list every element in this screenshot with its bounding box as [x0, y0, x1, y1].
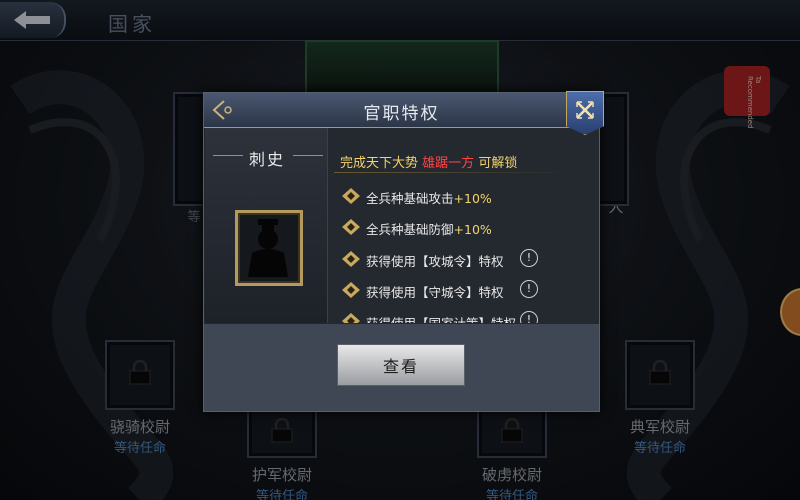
diamond-bullet-icon	[342, 219, 360, 235]
official-silhouette-icon	[248, 219, 288, 277]
diamond-bullet-icon	[342, 188, 360, 204]
modal-title: 官职特权	[363, 104, 440, 124]
perk-text: 获得使用【守城令】特权	[366, 285, 504, 300]
perk-text: 全兵种基础防御	[366, 222, 454, 237]
privilege-list: 完成天下大势 雄踞一方 可解锁 全兵种基础攻击+10% 全兵种基础防御+10% …	[332, 128, 597, 323]
modal-header: 官职特权	[204, 91, 604, 135]
perk-text: 获得使用【国家计策】特权	[366, 313, 516, 323]
perk-bonus: +10%	[453, 222, 492, 237]
condition-divider	[334, 172, 574, 173]
close-icon	[576, 101, 594, 119]
view-button[interactable]: 查看	[337, 344, 465, 386]
info-icon[interactable]: !	[520, 311, 538, 323]
perk-bonus: +10%	[453, 191, 492, 206]
condition-highlight: 雄踞一方	[422, 156, 475, 171]
rank-divider-left	[213, 155, 243, 156]
perk-text: 获得使用【攻城令】特权	[366, 254, 504, 269]
diamond-bullet-icon	[342, 313, 360, 323]
condition-text-2: 可解锁	[478, 156, 518, 171]
rank-name: 刺史	[249, 150, 286, 169]
modal-footer: 查看	[204, 324, 599, 411]
unlock-condition: 完成天下大势 雄踞一方 可解锁	[340, 152, 517, 171]
info-icon[interactable]: !	[520, 280, 538, 298]
rank-panel: 刺史	[205, 128, 328, 323]
diamond-bullet-icon	[342, 282, 360, 298]
condition-text-1: 完成天下大势	[340, 156, 419, 171]
info-icon[interactable]: !	[520, 249, 538, 267]
diamond-bullet-icon	[342, 251, 360, 267]
perk-text: 全兵种基础攻击	[366, 191, 454, 206]
rank-divider-right	[293, 155, 323, 156]
official-portrait	[235, 210, 303, 286]
game-screen: 国家 骁骑校尉 等待任命 典军校尉 等待任命 护军校尉 等待任命 破虏校尉 等待…	[0, 0, 800, 500]
privilege-modal: 官职特权 刺史 完成天下大势 雄踞一方 可解锁 全兵种基础攻击+10% 全兵种基…	[203, 91, 604, 412]
